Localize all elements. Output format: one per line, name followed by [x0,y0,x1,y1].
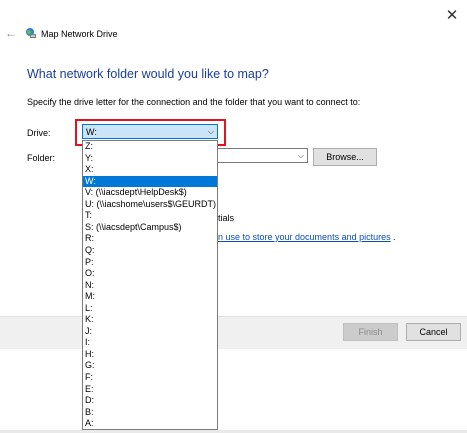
drive-option[interactable]: I: [83,337,217,348]
drive-option[interactable]: E: [83,384,217,395]
credentials-checkbox-label[interactable]: tials [218,213,234,223]
finish-button: Finish [343,323,398,341]
drive-option[interactable]: W: [83,175,217,187]
drive-option[interactable]: M: [83,291,217,302]
drive-option[interactable]: F: [83,372,217,383]
drive-option[interactable]: Q: [83,245,217,256]
drive-option[interactable]: J: [83,326,217,337]
drive-option[interactable]: G: [83,360,217,371]
drive-option[interactable]: D: [83,395,217,406]
drive-option[interactable]: L: [83,303,217,314]
link-period: . [393,232,396,242]
instruction-text: Specify the drive letter for the connect… [27,97,361,107]
drive-option[interactable]: O: [83,268,217,279]
drive-dropdown-list[interactable]: Z: Y: X: W: V: (\\iacsdept\HelpDesk$) U: (\\i… [82,140,218,430]
window-title: Map Network Drive [41,29,118,39]
drive-option[interactable]: V: (\\iacsdept\HelpDesk$) [83,187,217,198]
cancel-button[interactable]: Cancel [406,323,461,341]
drive-option[interactable]: N: [83,280,217,291]
page-title: What network folder would you like to ma… [27,67,269,81]
folder-label: Folder: [27,153,56,163]
drive-option[interactable]: U: (\\iacshome\users$\GEURDT) [83,199,217,210]
drive-option[interactable]: K: [83,314,217,325]
drive-option[interactable]: Z: [83,141,217,152]
drive-option[interactable]: A: [83,418,217,429]
browse-button[interactable]: Browse... [313,148,377,166]
drive-label: Drive: [27,128,51,138]
drive-option[interactable]: Y: [83,153,217,164]
drive-option[interactable]: B: [83,407,217,418]
chevron-down-icon[interactable]: ⌵ [298,149,304,162]
network-drive-icon [25,27,37,39]
drive-option[interactable]: P: [83,257,217,268]
back-arrow-icon[interactable]: ← [4,26,18,40]
document-storage-link[interactable]: n use to store your documents and pictur… [218,232,391,242]
drive-option[interactable]: R: [83,233,217,244]
folder-combobox[interactable]: ⌵ [218,148,308,163]
drive-option[interactable]: H: [83,349,217,360]
close-button[interactable]: ✕ [441,6,463,26]
drive-option[interactable]: X: [83,164,217,175]
drive-option[interactable]: S: (\\iacsdept\Campus$) [83,222,217,233]
drive-option[interactable]: T: [83,210,217,221]
